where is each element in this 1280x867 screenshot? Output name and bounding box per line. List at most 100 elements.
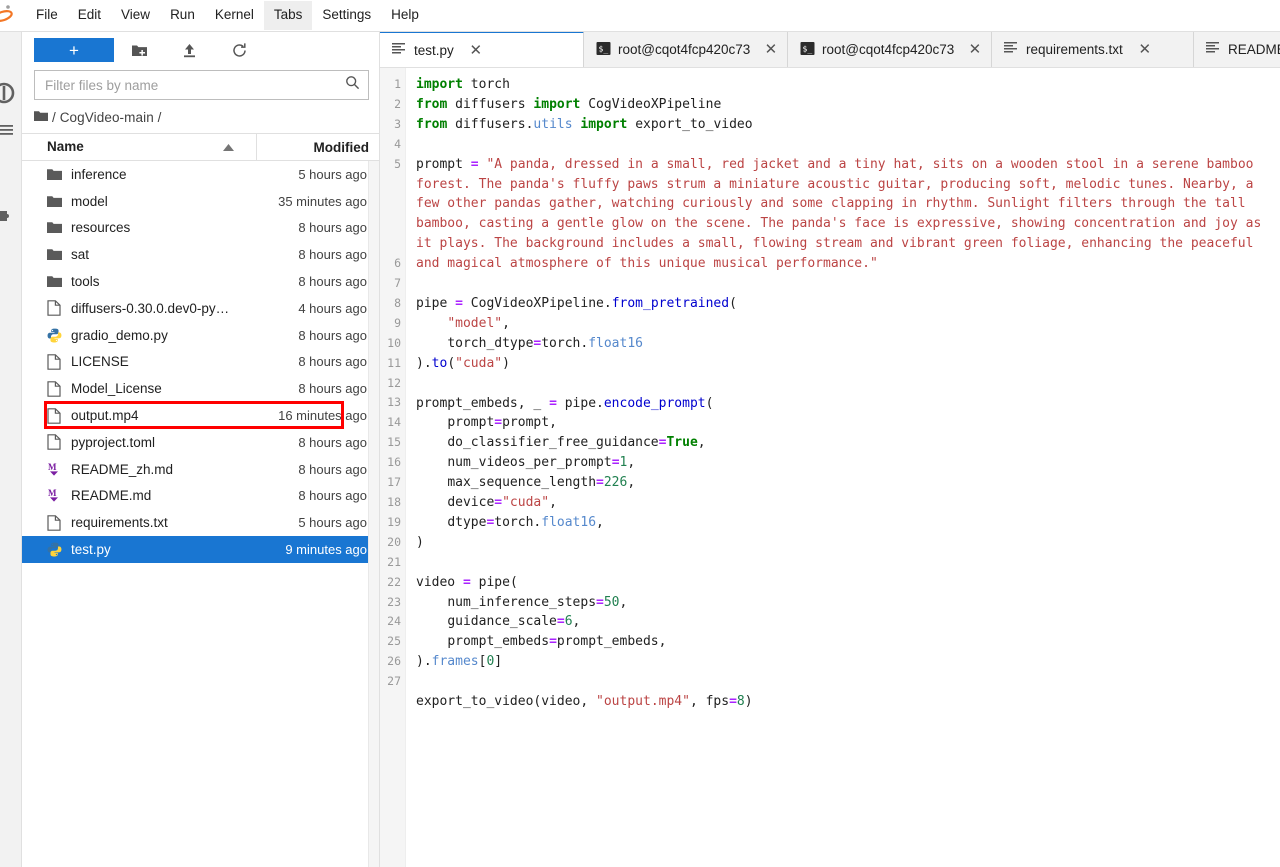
tab-label: root@cqot4fcp420c73c4 (822, 42, 954, 57)
line-number: 5 (394, 156, 401, 171)
sidebar-item-running-terminals[interactable] (0, 116, 22, 146)
line-number: 23 (387, 594, 401, 609)
file-modified: 8 hours ago (298, 327, 367, 343)
file-list-item[interactable]: gradio_demo.py 8 hours ago (22, 322, 379, 349)
code-line: do_classifier_free_guidance=True, (447, 435, 706, 451)
line-number: 26 (387, 654, 401, 669)
terminal-icon: $_ (800, 41, 815, 59)
menu-run[interactable]: Run (160, 1, 205, 30)
file-icon (47, 354, 67, 370)
sidebar-item-file-browser[interactable] (0, 78, 22, 108)
file-name: LICENSE (71, 354, 129, 370)
new-folder-button[interactable] (114, 37, 164, 63)
search-input[interactable] (45, 77, 345, 93)
file-list-item[interactable]: requirements.txt 5 hours ago (22, 509, 379, 536)
line-number: 13 (387, 395, 401, 410)
code-line: import torch (416, 77, 510, 92)
code-line: dtype=torch.float16, (447, 514, 604, 530)
line-number: 11 (387, 355, 401, 370)
file-list-item[interactable]: test.py 9 minutes ago (22, 536, 379, 563)
breadcrumb-path: / CogVideo-main / (52, 110, 162, 125)
activity-bar (0, 17, 22, 867)
file-list-item[interactable]: pyproject.toml 8 hours ago (22, 429, 379, 456)
text-editor-icon (392, 42, 407, 59)
file-name: README.md (71, 488, 152, 504)
editor-tab[interactable]: README (1194, 32, 1280, 67)
file-modified: 9 minutes ago (285, 542, 367, 558)
code-line: max_sequence_length=226, (447, 475, 636, 491)
line-number: 6 (394, 256, 401, 271)
close-icon[interactable]: ✕ (1136, 41, 1154, 59)
column-header-modified[interactable]: Modified (257, 140, 379, 155)
file-list-item[interactable]: inference 5 hours ago (22, 161, 379, 188)
svg-text:M: M (48, 462, 57, 472)
line-number: 10 (387, 335, 401, 350)
menu-settings[interactable]: Settings (312, 1, 381, 30)
code-line: prompt=prompt, (447, 415, 557, 431)
file-list-item[interactable]: diffusers-0.30.0.dev0-py… 4 hours ago (22, 295, 379, 322)
python-icon (47, 542, 67, 557)
file-list-item[interactable]: Model_License 8 hours ago (22, 375, 379, 402)
menu-help[interactable]: Help (381, 1, 429, 30)
line-number: 15 (387, 435, 401, 450)
column-header-name[interactable]: Name (22, 133, 257, 161)
code-editor[interactable]: 1 2 3 4 5 6 7 8 9 10 11 12 13 14 15 16 17 18 19 20 21 22 23 24 2… (380, 68, 1280, 867)
editor-tab[interactable]: test.py ✕ (380, 32, 584, 67)
close-icon[interactable]: ✕ (467, 41, 485, 59)
line-number: 22 (387, 574, 401, 589)
refresh-icon (232, 42, 246, 57)
editor-tab[interactable]: $_ root@cqot4fcp420c73c4 ✕ (584, 32, 788, 67)
jupyter-logo-icon (0, 3, 24, 29)
file-name: gradio_demo.py (71, 327, 168, 343)
filter-container (22, 68, 379, 106)
folder-icon (47, 221, 67, 234)
svg-text:M: M (48, 488, 57, 498)
file-name: model (71, 193, 108, 209)
file-list-item[interactable]: M README_zh.md 8 hours ago (22, 456, 379, 483)
refresh-button[interactable] (214, 37, 264, 63)
file-modified: 8 hours ago (298, 488, 367, 504)
line-number: 4 (394, 136, 401, 151)
code-content[interactable]: import torch from diffusers import CogVid… (406, 68, 1280, 867)
file-list-item[interactable]: M README.md 8 hours ago (22, 483, 379, 510)
editor-tab[interactable]: $_ root@cqot4fcp420c73c4 ✕ (788, 32, 992, 67)
folder-icon (34, 110, 48, 125)
menu-tabs[interactable]: Tabs (263, 1, 313, 30)
column-header-name-label: Name (47, 139, 84, 154)
file-list-item[interactable]: sat 8 hours ago (22, 241, 379, 268)
file-name: resources (71, 220, 131, 236)
tab-bar: test.py ✕ $_ root@cqot4fcp420c73c4 ✕ $_ root@c… (380, 32, 1280, 68)
file-modified: 8 hours ago (298, 247, 367, 263)
new-launcher-button[interactable]: + (34, 38, 114, 62)
upload-button[interactable] (164, 37, 214, 63)
file-list-item[interactable]: LICENSE 8 hours ago (22, 349, 379, 376)
close-icon[interactable]: ✕ (763, 41, 779, 59)
sidebar-item-extensions[interactable] (0, 202, 22, 232)
menu-kernel[interactable]: Kernel (205, 1, 264, 30)
editor-tab[interactable]: requirements.txt ✕ (992, 32, 1194, 67)
file-list-item[interactable]: model 35 minutes ago (22, 188, 379, 215)
code-line: num_inference_steps=50, (447, 594, 628, 610)
file-list-item[interactable]: resources 8 hours ago (22, 215, 379, 242)
close-icon[interactable]: ✕ (967, 41, 983, 59)
python-icon (47, 328, 67, 343)
file-modified: 8 hours ago (298, 461, 367, 477)
markdown-icon: M (47, 462, 67, 477)
tab-label: root@cqot4fcp420c73c4 (618, 42, 750, 57)
filter-box[interactable] (34, 70, 369, 100)
terminal-icon: $_ (596, 41, 611, 59)
file-modified: 16 minutes ago (278, 408, 367, 424)
menu-file[interactable]: File (26, 1, 68, 30)
file-list-item[interactable]: tools 8 hours ago (22, 268, 379, 295)
menu-bar: File Edit View Run Kernel Tabs Settings … (0, 0, 1280, 32)
code-line: video = pipe( (416, 574, 518, 590)
file-modified: 8 hours ago (298, 220, 367, 236)
breadcrumb[interactable]: / CogVideo-main / (22, 106, 379, 133)
tab-label: requirements.txt (1026, 42, 1123, 57)
menu-view[interactable]: View (111, 1, 160, 30)
menu-edit[interactable]: Edit (68, 1, 111, 30)
file-list-item[interactable]: output.mp4 16 minutes ago (22, 402, 379, 429)
file-browser-scrollbar[interactable] (368, 161, 379, 867)
